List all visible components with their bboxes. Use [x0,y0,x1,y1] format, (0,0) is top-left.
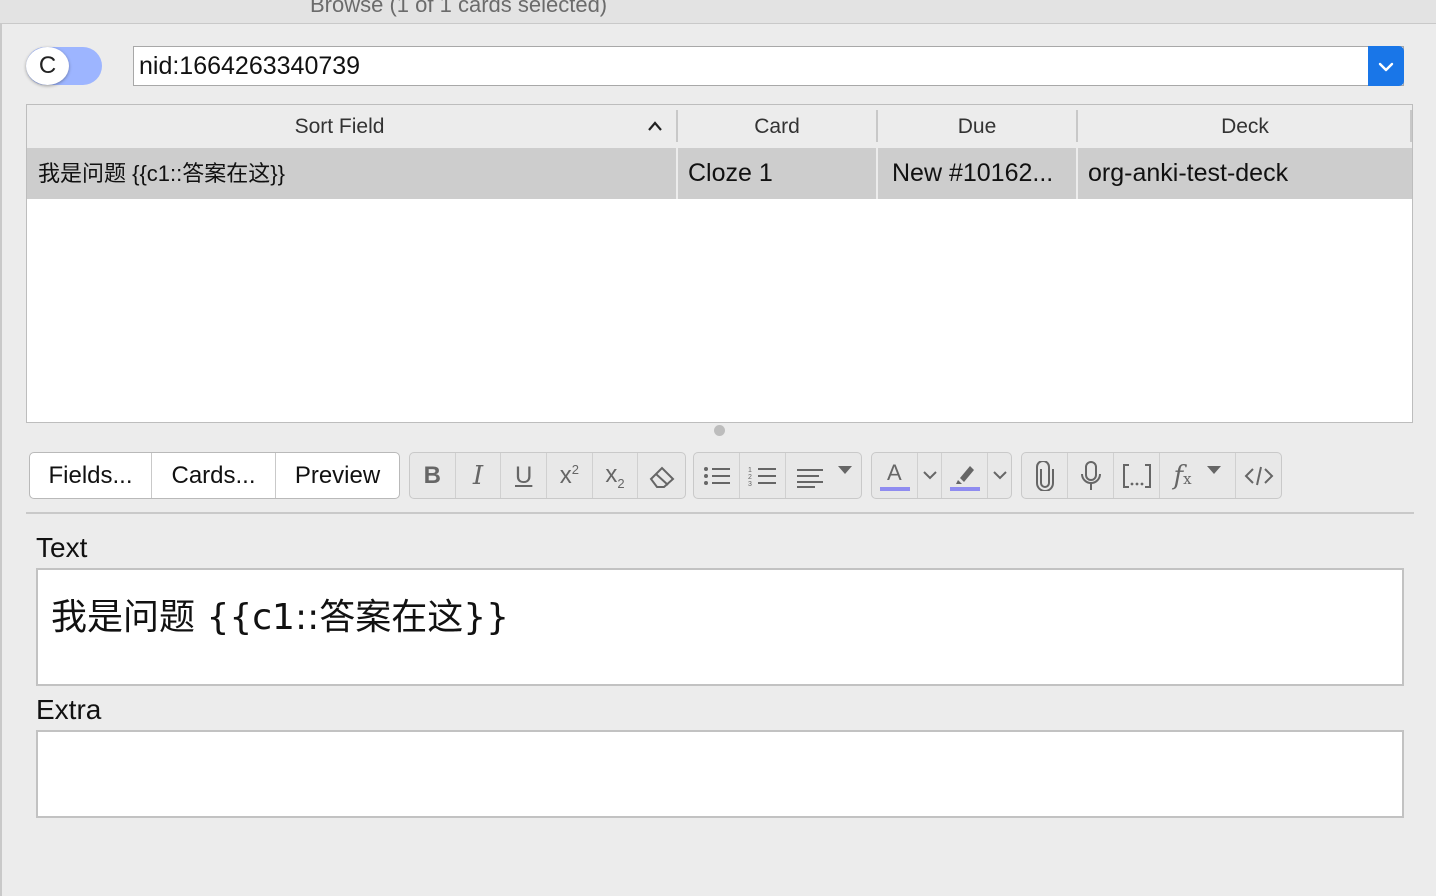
cell-due: New #10162... [892,159,1054,187]
cards-button[interactable]: Cards... [152,453,276,498]
ordered-list-button[interactable]: 123 [740,453,786,498]
cell-separator [1076,148,1078,199]
window-left-edge [0,24,2,896]
microphone-icon [1080,460,1101,490]
table-header: Sort Field Card Due Deck [27,105,1412,148]
highlight-color-button[interactable] [942,453,988,498]
field-editor-text[interactable]: 我是问题 {{c1::答案在这}} [36,568,1404,686]
code-icon [1244,466,1273,485]
bold-icon: B [423,461,441,489]
cloze-deletion-button[interactable] [1114,453,1160,498]
window-titlebar: Browse (1 of 1 cards selected) [0,0,1436,24]
note-buttons-group: Fields... Cards... Preview [29,452,400,499]
splitter-handle[interactable] [714,425,725,436]
text-color-button[interactable]: A [872,453,918,498]
highlighter-icon [949,465,980,491]
column-separator[interactable] [1410,110,1412,142]
caret-down-icon [837,465,852,474]
svg-text:3: 3 [748,481,752,488]
window-title: Browse (1 of 1 cards selected) [310,0,608,17]
underline-icon: U [515,461,533,489]
record-audio-button[interactable] [1068,453,1114,498]
cards-notes-mode-toggle[interactable]: C [26,47,102,85]
table-row[interactable]: 我是问题 {{c1::答案在这}} Cloze 1 New #10162... … [27,148,1412,199]
sort-ascending-icon [646,116,664,137]
attach-file-button[interactable] [1022,453,1068,498]
text-color-dropdown[interactable] [918,453,942,498]
subscript-icon: x2 [605,460,625,491]
column-header-due[interactable]: Due [878,105,1076,148]
bullet-list-icon [703,466,730,485]
column-header-sort-field[interactable]: Sort Field [27,105,652,148]
field-text-content: 我是问题 {{c1::答案在这}} [51,597,510,638]
italic-button[interactable]: I [456,453,502,498]
caret-down-icon [1206,465,1221,474]
align-dropdown-button[interactable] [786,453,861,498]
fields-button[interactable]: Fields... [30,453,152,498]
clear-formatting-button[interactable] [638,453,685,498]
cell-sort-field: 我是问题 {{c1::答案在这}} [38,161,285,186]
html-editor-button[interactable] [1236,453,1281,498]
paperclip-icon [1035,460,1054,491]
cell-separator [876,148,878,199]
editor-divider [26,512,1414,514]
text-format-group: B I U x2 x2 [409,452,686,499]
chevron-down-icon [1378,62,1394,72]
search-input-value: nid:1664263340739 [139,52,361,80]
svg-text:2: 2 [748,474,752,481]
field-label-extra: Extra [36,694,102,725]
svg-text:A: A [887,460,902,485]
cell-card: Cloze 1 [688,159,773,187]
list-format-group: 123 [693,452,862,499]
chevron-down-icon [992,471,1007,480]
superscript-button[interactable]: x2 [547,453,593,498]
svg-text:1: 1 [748,467,752,474]
superscript-icon: x2 [559,461,579,489]
column-header-deck[interactable]: Deck [1078,105,1412,148]
preview-button[interactable]: Preview [276,453,399,498]
insert-group: fx [1021,452,1282,499]
function-icon: fx [1173,460,1192,491]
cell-deck: org-anki-test-deck [1088,159,1289,187]
eraser-icon [649,466,675,488]
bold-button[interactable]: B [410,453,456,498]
mode-toggle-knob: C [26,47,69,85]
numbered-list-icon: 123 [748,467,776,488]
search-input[interactable]: nid:1664263340739 [133,46,1404,86]
italic-icon: I [472,460,484,491]
card-table[interactable]: Sort Field Card Due Deck 我是问题 {{c1::答案在这… [26,104,1413,423]
field-label-text: Text [36,532,88,563]
underline-button[interactable]: U [501,453,548,498]
field-editor-extra[interactable] [36,730,1404,818]
color-group: A [871,452,1012,499]
cell-separator [676,148,678,199]
highlight-color-dropdown[interactable] [988,453,1011,498]
align-icon [796,468,823,488]
unordered-list-button[interactable] [694,453,740,498]
text-color-icon: A [879,460,910,491]
subscript-button[interactable]: x2 [593,453,639,498]
cloze-brackets-icon [1122,463,1151,488]
search-history-dropdown-button[interactable] [1368,46,1404,86]
mathjax-dropdown-button[interactable]: fx [1160,453,1236,498]
column-header-card[interactable]: Card [678,105,876,148]
chevron-down-icon [922,471,937,480]
